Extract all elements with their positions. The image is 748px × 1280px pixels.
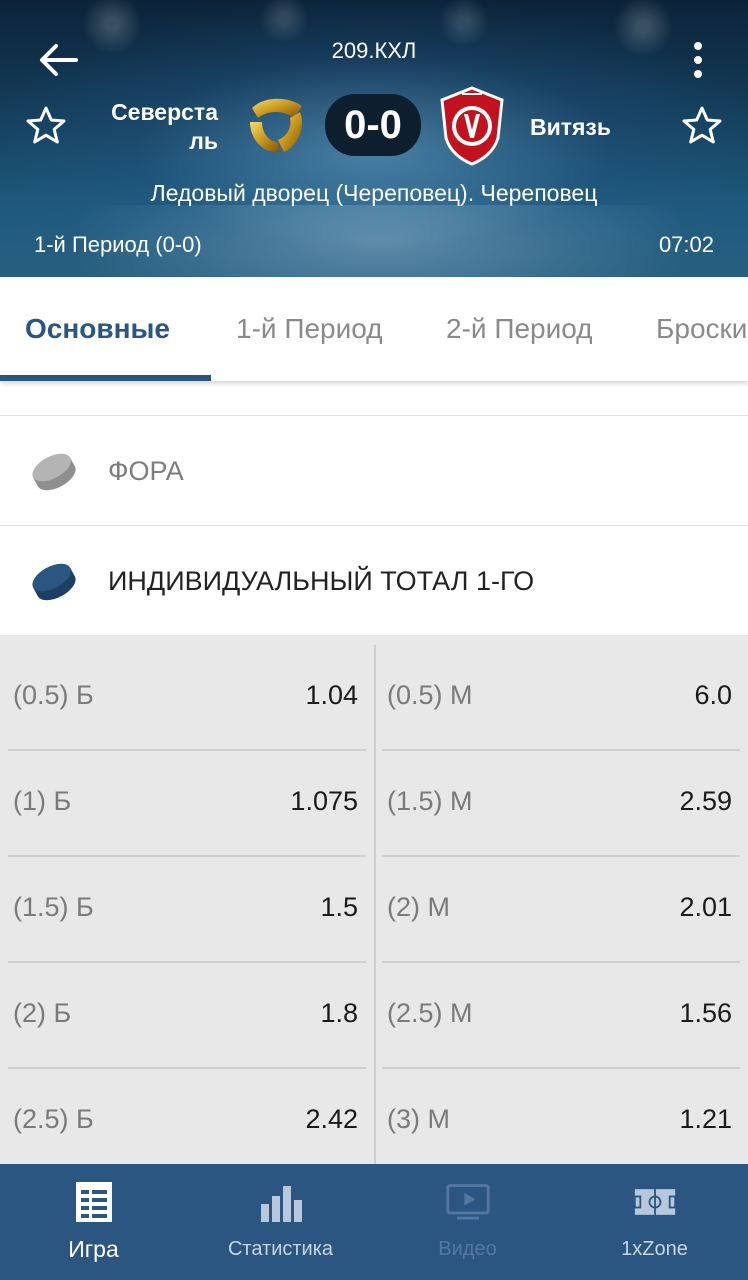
odds-cell-left[interactable]: (2.5) Б 2.42 bbox=[8, 1069, 366, 1164]
nav-label: Статистика bbox=[227, 1238, 334, 1260]
odds-cell-right[interactable]: (1.5) М 2.59 bbox=[382, 751, 740, 857]
market-tabs: Основные 1-й Период 2-й Период Броски bbox=[0, 277, 748, 381]
period-status: 1-й Период (0-0) bbox=[34, 232, 202, 257]
odds-cell-right[interactable]: (3) М 1.21 bbox=[382, 1069, 740, 1164]
odds-coefficient: 2.59 bbox=[679, 786, 732, 816]
favorite-away-button[interactable] bbox=[680, 104, 724, 148]
bottom-navigation: Игра Статистика Видео 1xZone bbox=[0, 1164, 748, 1280]
market-group-individual-total[interactable]: ИНДИВИДУАЛЬНЫЙ ТОТАЛ 1-ГО bbox=[0, 526, 748, 636]
odds-coefficient: 1.04 bbox=[305, 680, 358, 710]
venue-label: Ледовый дворец (Череповец). Череповец bbox=[150, 180, 598, 206]
odds-cell-right[interactable]: (0.5) М 6.0 bbox=[382, 645, 740, 751]
odds-cell-left[interactable]: (2) Б 1.8 bbox=[8, 963, 366, 1069]
odds-coefficient: 1.21 bbox=[679, 1104, 732, 1134]
bar-chart-icon bbox=[260, 1186, 302, 1222]
previous-group-row[interactable] bbox=[0, 381, 748, 416]
market-group-label: ИНДИВИДУАЛЬНЫЙ ТОТАЛ 1-ГО bbox=[108, 566, 535, 596]
nav-statistics[interactable]: Статистика bbox=[187, 1164, 374, 1280]
more-vertical-icon-dot bbox=[694, 56, 702, 64]
odds-cell-right[interactable]: (2) М 2.01 bbox=[382, 857, 740, 963]
home-team-name-line2: ль bbox=[189, 128, 218, 154]
odds-outcome-label: (1.5) М bbox=[387, 786, 473, 816]
odds-cell-right[interactable]: (2.5) М 1.56 bbox=[382, 963, 740, 1069]
odds-outcome-label: (2) Б bbox=[13, 998, 72, 1028]
odds-outcome-label: (2.5) Б bbox=[13, 1104, 94, 1134]
star-outline-icon bbox=[26, 106, 66, 144]
nav-game[interactable]: Игра bbox=[0, 1164, 187, 1280]
markets-list: ФОРА ИНДИВИДУАЛЬНЫЙ ТОТАЛ 1-ГО (0.5) Б 1.… bbox=[0, 381, 748, 1164]
nav-label: Видео bbox=[438, 1238, 497, 1260]
match-score: 0-0 bbox=[325, 94, 421, 156]
away-team-name: Витязь bbox=[530, 114, 612, 140]
star-outline-icon bbox=[682, 106, 722, 144]
odds-coefficient: 1.5 bbox=[320, 892, 358, 922]
odds-grid: (0.5) Б 1.04 (0.5) М 6.0 (1) Б 1.075 (1.5) М 2.… bbox=[0, 635, 748, 1164]
odds-coefficient: 6.0 bbox=[694, 680, 732, 710]
odds-outcome-label: (0.5) М bbox=[387, 680, 473, 710]
odds-coefficient: 2.01 bbox=[679, 892, 732, 922]
odds-outcome-label: (3) М bbox=[387, 1104, 450, 1134]
home-team-name-line1: Северста bbox=[111, 99, 218, 125]
match-header: 209.КХЛ Северста ль 0-0 Витязь Ледовый д… bbox=[0, 0, 748, 277]
odds-cell-left[interactable]: (1) Б 1.075 bbox=[8, 751, 366, 857]
odds-outcome-label: (1.5) Б bbox=[13, 892, 94, 922]
market-group-label: ФОРА bbox=[108, 456, 184, 486]
odds-coefficient: 1.075 bbox=[290, 786, 358, 816]
odds-outcome-label: (1) Б bbox=[13, 786, 72, 816]
vityaz-logo bbox=[436, 86, 508, 166]
home-team-name: Северста ль bbox=[96, 98, 218, 156]
nav-video[interactable]: Видео bbox=[374, 1164, 561, 1280]
hockey-puck-icon bbox=[32, 453, 76, 491]
tab-shots[interactable]: Броски bbox=[656, 277, 747, 381]
match-clock: 07:02 bbox=[658, 232, 714, 257]
odds-outcome-label: (2) М bbox=[387, 892, 450, 922]
tab-period-2[interactable]: 2-й Период bbox=[446, 277, 593, 381]
market-group-fora[interactable]: ФОРА bbox=[0, 416, 748, 526]
tab-main[interactable]: Основные bbox=[25, 277, 170, 381]
video-screen-icon bbox=[445, 1184, 490, 1220]
hockey-puck-icon bbox=[32, 563, 76, 601]
field-zone-icon bbox=[633, 1189, 676, 1215]
odds-coefficient: 2.42 bbox=[305, 1104, 358, 1134]
odds-coefficient: 1.56 bbox=[679, 998, 732, 1028]
more-options-button[interactable] bbox=[684, 38, 712, 82]
odds-cell-left[interactable]: (0.5) Б 1.04 bbox=[8, 645, 366, 751]
odds-column-divider bbox=[374, 645, 376, 1164]
nav-1xzone[interactable]: 1xZone bbox=[561, 1164, 748, 1280]
odds-cell-left[interactable]: (1.5) Б 1.5 bbox=[8, 857, 366, 963]
league-title: 209.КХЛ bbox=[331, 38, 417, 63]
game-list-icon bbox=[75, 1182, 112, 1222]
nav-label: Игра bbox=[68, 1236, 119, 1262]
active-tab-indicator bbox=[0, 375, 211, 381]
tab-period-1[interactable]: 1-й Период bbox=[236, 277, 383, 381]
odds-outcome-label: (2.5) М bbox=[387, 998, 473, 1028]
odds-outcome-label: (0.5) Б bbox=[13, 680, 94, 710]
severstal-logo bbox=[244, 92, 308, 156]
favorite-home-button[interactable] bbox=[24, 104, 68, 148]
nav-label: 1xZone bbox=[621, 1238, 688, 1260]
odds-coefficient: 1.8 bbox=[320, 998, 358, 1028]
more-vertical-icon-dot bbox=[694, 70, 702, 78]
more-vertical-icon-dot bbox=[694, 42, 702, 50]
